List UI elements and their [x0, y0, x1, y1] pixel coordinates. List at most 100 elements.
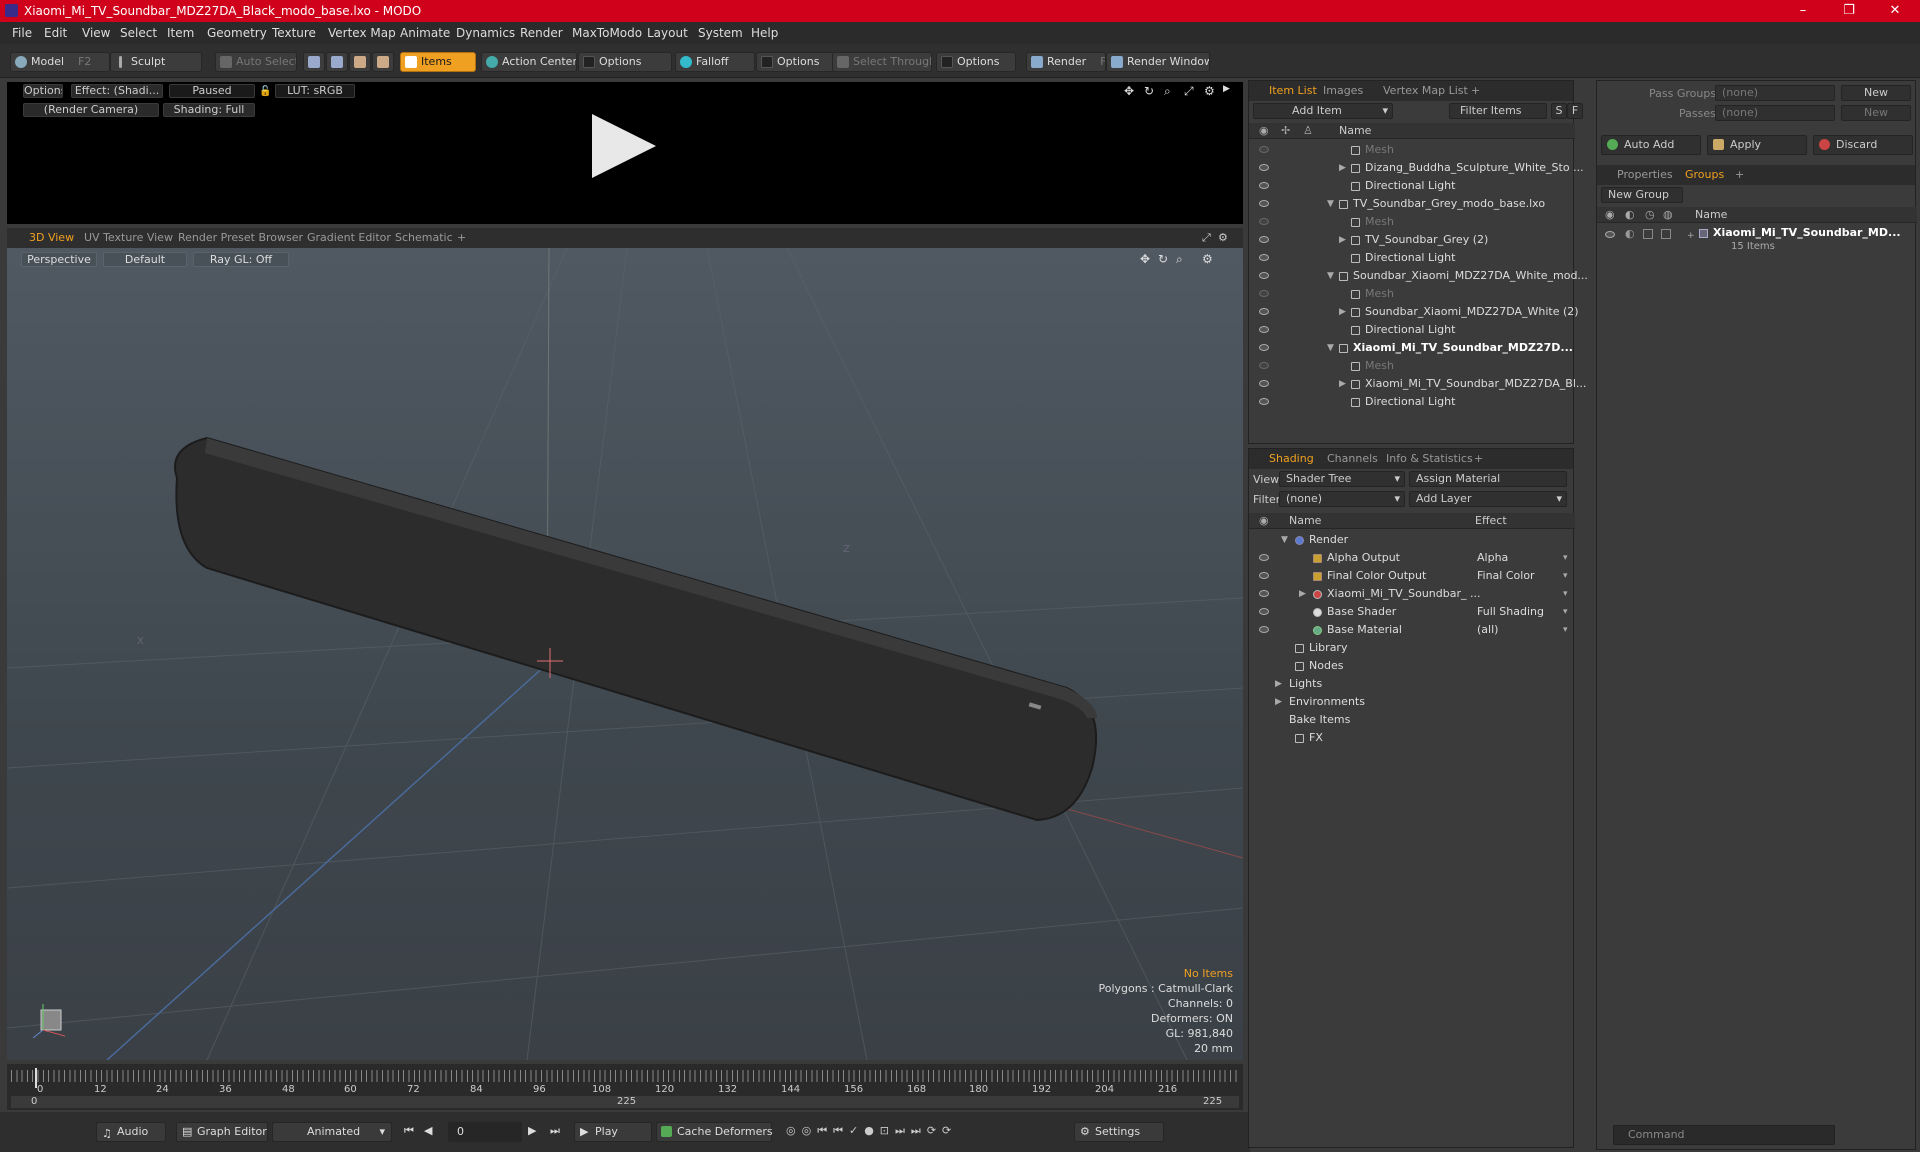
tab-vertex-map-list[interactable]: Vertex Map List	[1383, 84, 1468, 97]
expand-arrow-icon[interactable]: ▶	[1299, 585, 1306, 603]
eye-icon[interactable]	[1605, 231, 1615, 238]
item-list-row[interactable]: ▼ Xiaomi_Mi_TV_Soundbar_MDZ27D...	[1249, 339, 1575, 357]
collapse-arrow-icon[interactable]: ▼	[1327, 267, 1334, 285]
chevron-down-icon[interactable]: ▾	[1563, 549, 1568, 567]
materials-mode-button[interactable]	[372, 52, 394, 72]
item-list-row[interactable]: Directional Light	[1249, 393, 1575, 411]
menu-system[interactable]: System	[698, 26, 743, 40]
eye-icon[interactable]	[1259, 236, 1269, 243]
shader-effect[interactable]: Alpha	[1477, 549, 1508, 567]
soundbar-model[interactable]	[174, 436, 1098, 822]
shader-effect[interactable]: (all)	[1477, 621, 1498, 639]
item-list-row[interactable]: Mesh	[1249, 285, 1575, 303]
add-tab-button[interactable]: +	[457, 231, 466, 244]
chevron-down-icon[interactable]: ▾	[1563, 585, 1568, 603]
render-camera-dropdown[interactable]: (Render Camera)	[23, 103, 159, 117]
action-center-button[interactable]: Action Center	[481, 52, 577, 72]
play-button[interactable]: ▶ Play	[574, 1122, 652, 1142]
effect-column-header[interactable]: Effect	[1475, 514, 1507, 527]
menu-geometry[interactable]: Geometry	[207, 26, 267, 40]
filter-items-input[interactable]: Filter Items	[1449, 103, 1547, 119]
expand-icon[interactable]: +	[1687, 231, 1695, 241]
menu-maxtomodo[interactable]: MaxToModo	[572, 26, 642, 40]
new-pass-button[interactable]: New	[1841, 105, 1911, 121]
gear-icon[interactable]: ⚙	[1218, 231, 1228, 244]
passes-dropdown[interactable]: (none)	[1715, 105, 1835, 121]
eye-icon[interactable]	[1259, 362, 1269, 369]
projection-dropdown[interactable]: Perspective	[21, 252, 97, 267]
group-row[interactable]: ◐ + Xiaomi_Mi_TV_Soundbar_MD... 15 Items	[1597, 225, 1917, 257]
tab-gradient-editor[interactable]: Gradient Editor	[307, 231, 391, 244]
go-to-end-icon[interactable]: ⏭	[550, 1124, 560, 1138]
item-list-row[interactable]: Mesh	[1249, 213, 1575, 231]
eye-icon[interactable]	[1259, 608, 1269, 615]
polygons-mode-button[interactable]	[349, 52, 371, 72]
tab-uv-texture-view[interactable]: UV Texture View	[84, 231, 173, 244]
select-toggle-icon[interactable]	[1661, 229, 1671, 239]
eye-icon[interactable]	[1259, 398, 1269, 405]
new-pass-group-button[interactable]: New	[1841, 85, 1911, 101]
menu-render[interactable]: Render	[520, 26, 563, 40]
eye-icon[interactable]	[1259, 200, 1269, 207]
expand-arrow-icon[interactable]: ▶	[1223, 84, 1230, 94]
select-through-button[interactable]: Select Through	[832, 52, 932, 72]
audio-button[interactable]: ♫ Audio	[96, 1122, 166, 1142]
add-tab-button[interactable]: +	[1471, 84, 1480, 97]
filter-f-button[interactable]: F	[1567, 103, 1583, 119]
expand-arrow-icon[interactable]: ▶	[1339, 375, 1346, 393]
graph-editor-button[interactable]: ▤ Graph Editor	[176, 1122, 268, 1142]
filter-s-button[interactable]: S	[1551, 103, 1567, 119]
item-list-row[interactable]: Directional Light	[1249, 177, 1575, 195]
raygl-dropdown[interactable]: Ray GL: Off	[193, 252, 289, 267]
add-item-dropdown[interactable]: Add Item ▾	[1253, 103, 1393, 119]
preview-effect-dropdown[interactable]: Effect: (Shadi...	[71, 84, 163, 98]
gear-icon[interactable]: ⚙	[1204, 84, 1215, 98]
next-frame-icon[interactable]: ▶	[528, 1124, 536, 1137]
shader-filter-dropdown[interactable]: (none) ▾	[1279, 491, 1405, 507]
assign-material-button[interactable]: Assign Material	[1409, 471, 1567, 487]
name-column-header[interactable]: Name	[1339, 124, 1371, 137]
gear-icon[interactable]: ⚙	[1202, 252, 1213, 266]
tab-images[interactable]: Images	[1323, 84, 1363, 97]
edges-mode-button[interactable]	[326, 52, 348, 72]
animated-dropdown[interactable]: Animated ▾	[272, 1122, 392, 1142]
expand-arrow-icon[interactable]: ▶	[1339, 303, 1346, 321]
menu-view[interactable]: View	[82, 26, 110, 40]
shader-tree-row[interactable]: FX	[1249, 729, 1575, 747]
shader-tree-row[interactable]: ▶ Environments	[1249, 693, 1575, 711]
shader-tree-row[interactable]: Alpha Output Alpha ▾	[1249, 549, 1575, 567]
new-group-button[interactable]: New Group	[1601, 187, 1683, 203]
shader-effect[interactable]: Final Color	[1477, 567, 1535, 585]
rotate-view-icon[interactable]: ↻	[1144, 84, 1154, 98]
menu-layout[interactable]: Layout	[647, 26, 688, 40]
action-center-options-button[interactable]: Options	[578, 52, 672, 72]
eye-icon[interactable]	[1259, 380, 1269, 387]
auto-select-button[interactable]: Auto Select	[215, 52, 297, 72]
menu-edit[interactable]: Edit	[44, 26, 67, 40]
select-through-options-button[interactable]: Options	[936, 52, 1016, 72]
expand-arrow-icon[interactable]: ▶	[1339, 231, 1346, 249]
shader-tree-row[interactable]: Nodes	[1249, 657, 1575, 675]
shader-effect[interactable]: Full Shading	[1477, 603, 1544, 621]
expand-arrow-icon[interactable]: ▶	[1275, 693, 1282, 711]
style-dropdown[interactable]: Default	[103, 252, 187, 267]
render-button[interactable]: RenderF9	[1026, 52, 1106, 72]
expand-arrow-icon[interactable]: ▶	[1275, 675, 1282, 693]
discard-button[interactable]: Discard	[1813, 135, 1913, 155]
menu-help[interactable]: Help	[751, 26, 778, 40]
sculpt-mode-button[interactable]: Sculpt	[110, 52, 202, 72]
play-icon[interactable]	[592, 114, 656, 178]
name-column-header[interactable]: Name	[1695, 208, 1727, 221]
rotate-view-icon[interactable]: ↻	[1158, 252, 1168, 266]
lock-toggle-icon[interactable]	[1643, 229, 1653, 239]
chevron-down-icon[interactable]: ▾	[1563, 603, 1568, 621]
current-frame-input[interactable]: 0	[448, 1122, 522, 1142]
item-list-row[interactable]: Mesh	[1249, 357, 1575, 375]
menu-select[interactable]: Select	[120, 26, 157, 40]
item-list-row[interactable]: ▶ Xiaomi_Mi_TV_Soundbar_MDZ27DA_Bl...	[1249, 375, 1586, 393]
menu-texture[interactable]: Texture	[272, 26, 316, 40]
item-list-row[interactable]: Mesh	[1249, 141, 1575, 159]
chevron-down-icon[interactable]: ▾	[1563, 621, 1568, 639]
falloff-options-button[interactable]: Options	[756, 52, 836, 72]
eye-icon[interactable]	[1259, 218, 1269, 225]
